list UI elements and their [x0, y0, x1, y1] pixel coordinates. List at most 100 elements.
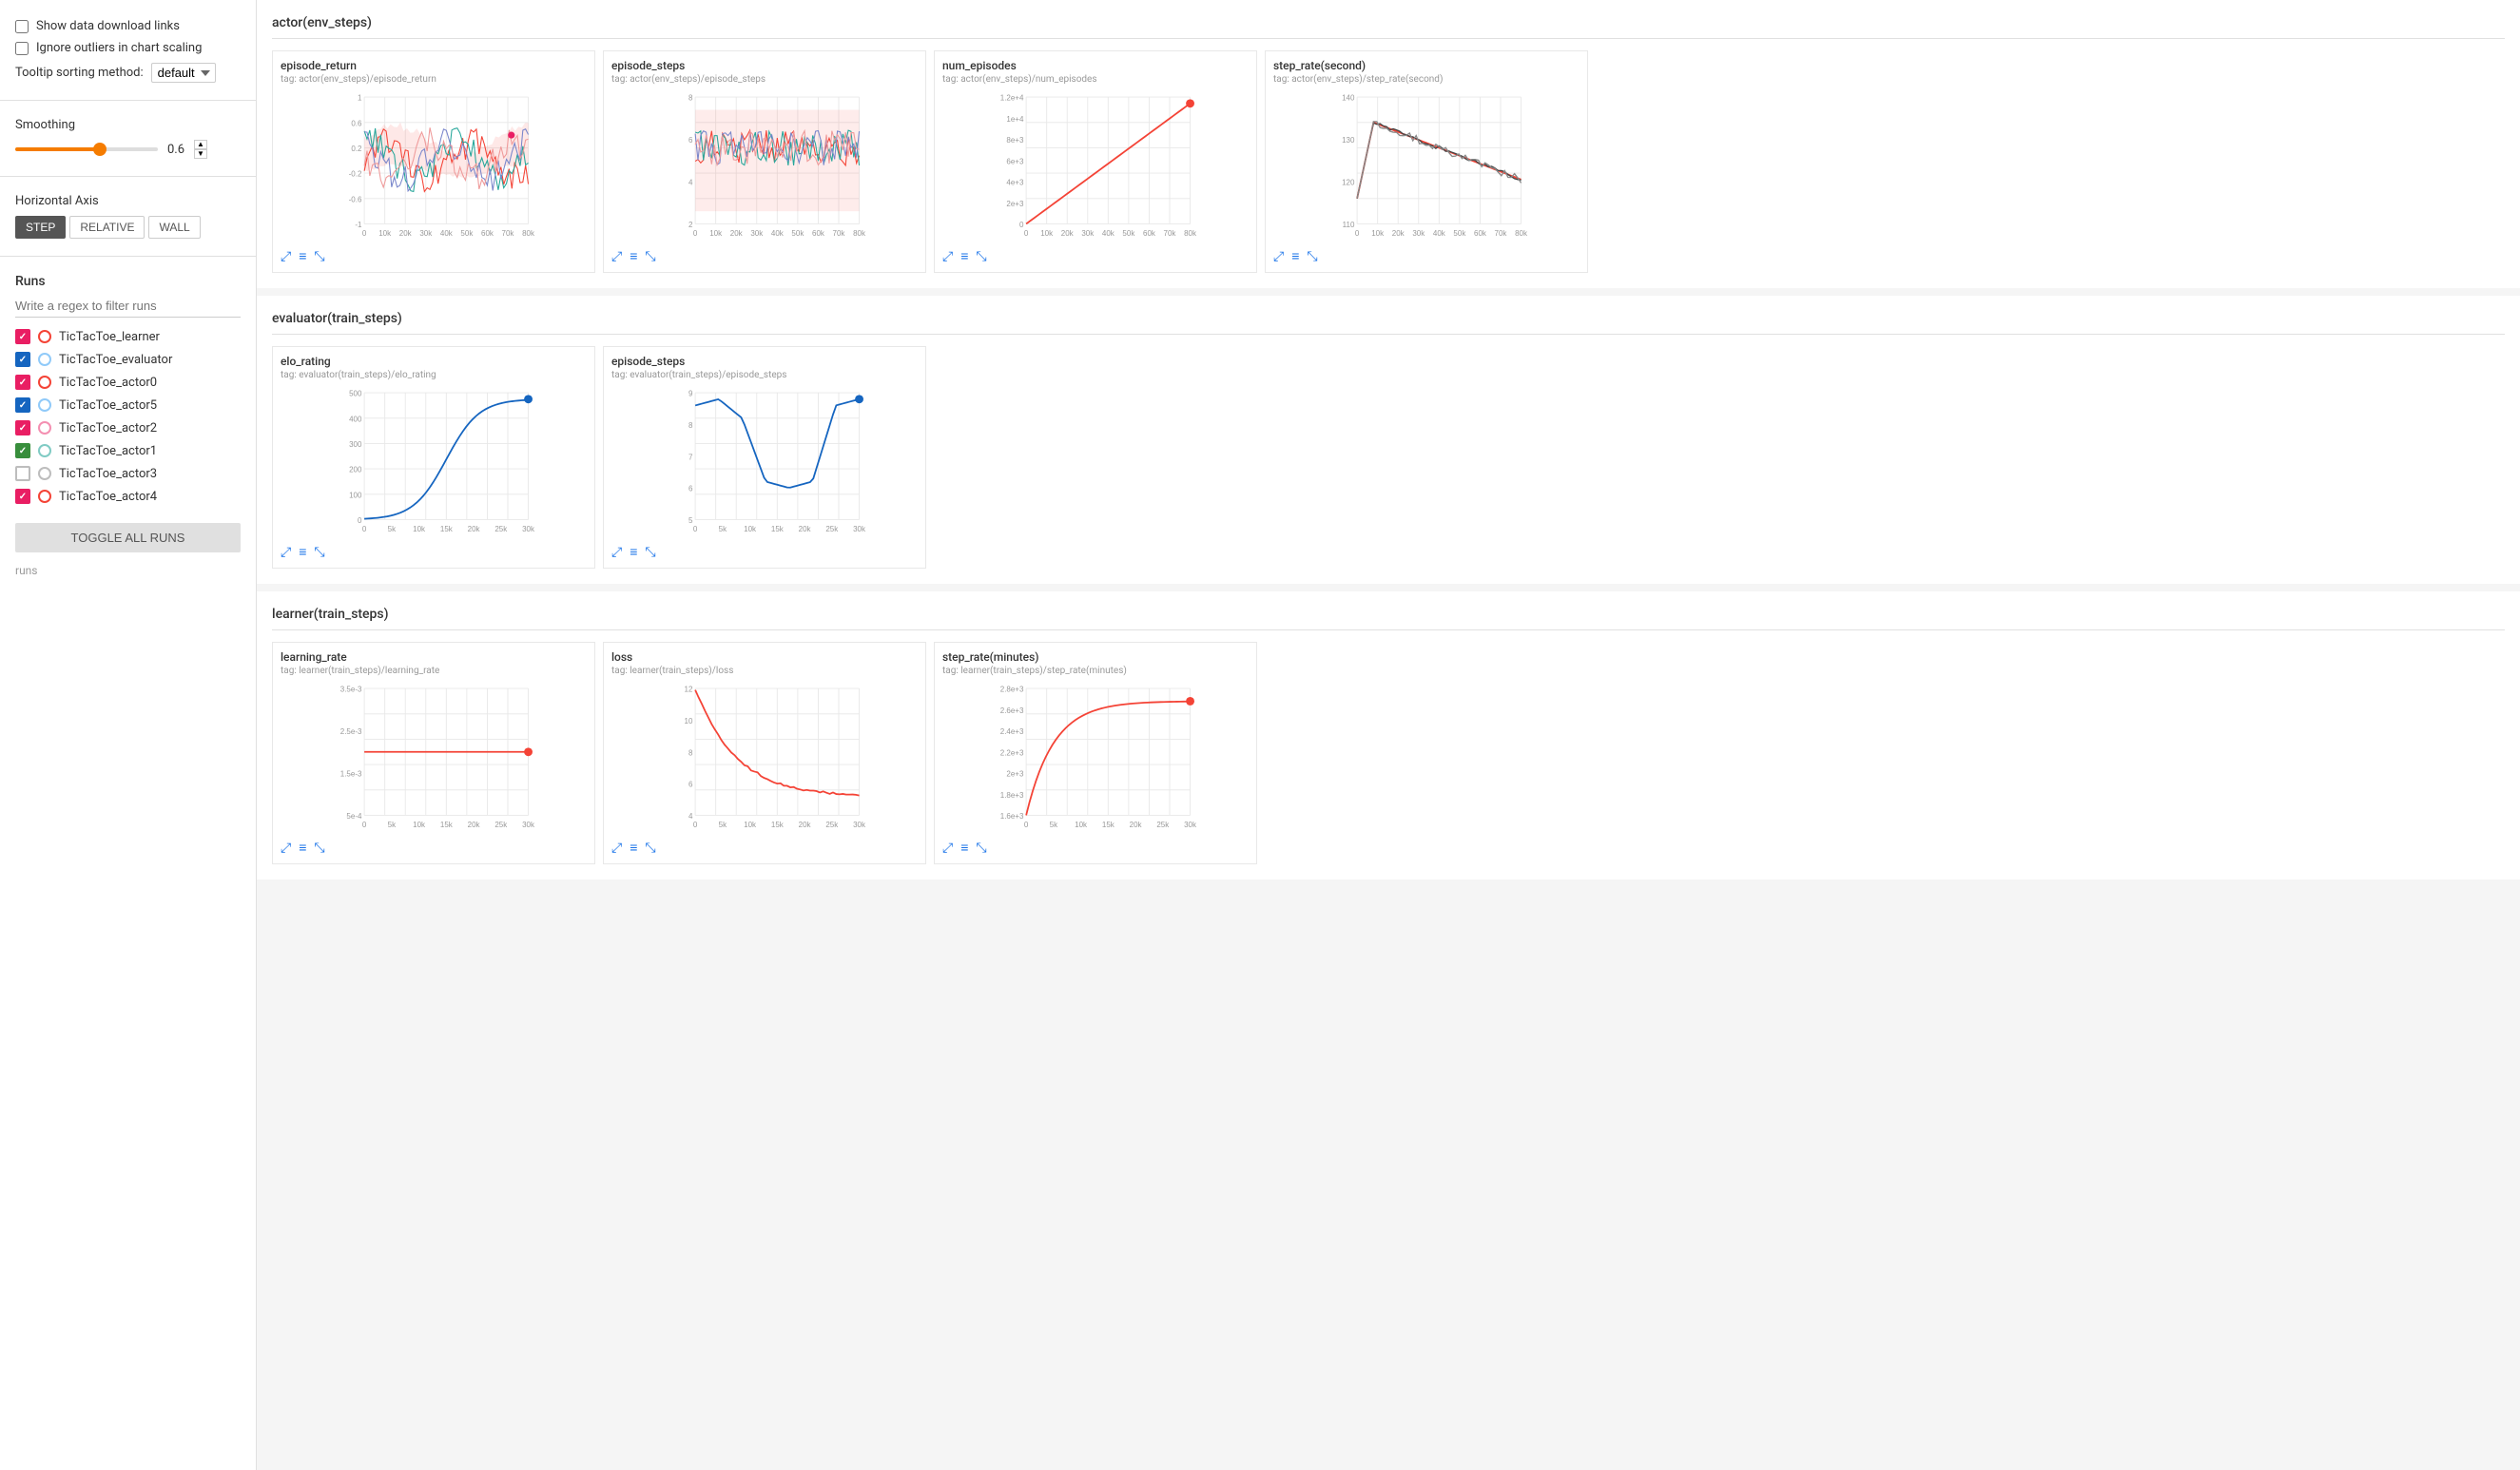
chart-title: episode_return	[281, 59, 587, 72]
expand-icon[interactable]: ⤢	[281, 545, 291, 560]
svg-text:60k: 60k	[1143, 229, 1156, 238]
chart-svg: 3.5e-32.5e-31.5e-35e-405k10k15k20k25k30k	[281, 682, 587, 834]
toggle-all-button[interactable]: TOGGLE ALL RUNS	[15, 523, 241, 552]
smoothing-spinner[interactable]: ▲ ▼	[194, 140, 207, 159]
svg-text:8e+3: 8e+3	[1006, 136, 1024, 145]
svg-text:60k: 60k	[812, 229, 825, 238]
expand-icon[interactable]: ⤢	[611, 249, 622, 264]
charts-row: elo_ratingtag: evaluator(train_steps)/el…	[272, 346, 2505, 569]
runs-list: ✓TicTacToe_learner✓TicTacToe_evaluator✓T…	[15, 325, 241, 508]
svg-text:30k: 30k	[522, 525, 535, 533]
run-checkbox[interactable]: ✓	[15, 375, 30, 390]
menu-icon[interactable]: ≡	[630, 248, 637, 264]
smoothing-slider[interactable]	[15, 147, 158, 151]
axis-buttons: STEP RELATIVE WALL	[15, 216, 241, 239]
smoothing-down[interactable]: ▼	[194, 149, 207, 159]
chart-card: step_rate(minutes)tag: learner(train_ste…	[934, 642, 1257, 864]
svg-text:25k: 25k	[825, 525, 839, 533]
svg-text:200: 200	[349, 466, 362, 474]
fit-icon[interactable]: ⤡	[314, 841, 324, 856]
chart-controls: ⤢ ≡ ⤡	[281, 248, 587, 264]
svg-text:5k: 5k	[388, 821, 397, 829]
run-checkbox[interactable]	[15, 466, 30, 481]
tooltip-sort-row: Tooltip sorting method: default	[15, 63, 241, 83]
run-color-circle	[38, 353, 51, 366]
chart-controls: ⤢ ≡ ⤡	[611, 840, 918, 856]
expand-icon[interactable]: ⤢	[1273, 249, 1284, 264]
chart-controls: ⤢ ≡ ⤡	[611, 248, 918, 264]
svg-text:4: 4	[688, 812, 693, 821]
menu-icon[interactable]: ≡	[960, 840, 968, 856]
show-data-links-checkbox[interactable]	[15, 20, 29, 33]
expand-icon[interactable]: ⤢	[281, 249, 291, 264]
menu-icon[interactable]: ≡	[630, 840, 637, 856]
svg-text:40k: 40k	[771, 229, 785, 238]
run-item: ✓TicTacToe_learner	[15, 325, 241, 348]
fit-icon[interactable]: ⤡	[1307, 249, 1317, 264]
axis-wall-button[interactable]: WALL	[148, 216, 200, 239]
ignore-outliers-checkbox[interactable]	[15, 42, 29, 55]
tooltip-sort-select[interactable]: default	[151, 63, 216, 83]
show-data-links-row[interactable]: Show data download links	[15, 19, 241, 33]
expand-icon[interactable]: ⤢	[942, 249, 953, 264]
run-checkbox[interactable]: ✓	[15, 489, 30, 504]
fit-icon[interactable]: ⤡	[976, 249, 986, 264]
charts-row: episode_returntag: actor(env_steps)/epis…	[272, 50, 2505, 273]
run-checkbox[interactable]: ✓	[15, 443, 30, 458]
svg-text:20k: 20k	[799, 525, 812, 533]
svg-text:2: 2	[688, 221, 693, 229]
chart-controls: ⤢ ≡ ⤡	[1273, 248, 1580, 264]
chart-title: learning_rate	[281, 650, 587, 664]
axis-relative-button[interactable]: RELATIVE	[69, 216, 145, 239]
show-data-links-label: Show data download links	[36, 19, 180, 33]
chart-svg: 121086405k10k15k20k25k30k	[611, 682, 918, 834]
expand-icon[interactable]: ⤢	[611, 841, 622, 856]
run-item: ✓TicTacToe_evaluator	[15, 348, 241, 371]
svg-text:0: 0	[362, 821, 367, 829]
svg-text:10k: 10k	[709, 229, 723, 238]
runs-filter-input[interactable]	[15, 295, 241, 318]
svg-text:10k: 10k	[744, 821, 757, 829]
charts-row: learning_rate tag: learner(train_steps)/l…	[272, 642, 2505, 864]
run-checkbox[interactable]: ✓	[15, 352, 30, 367]
chart-card: step_rate(second)tag: actor(env_steps)/s…	[1265, 50, 1588, 273]
expand-icon[interactable]: ⤢	[942, 841, 953, 856]
ignore-outliers-row[interactable]: Ignore outliers in chart scaling	[15, 41, 241, 55]
svg-text:5e-4: 5e-4	[346, 812, 362, 821]
run-color-circle	[38, 421, 51, 435]
chart-area: 10.60.2-0.2-0.6-1010k20k30k40k50k60k70k8…	[281, 90, 587, 242]
section-block: evaluator(train_steps)elo_ratingtag: eva…	[257, 296, 2520, 584]
fit-icon[interactable]: ⤡	[645, 545, 655, 560]
expand-icon[interactable]: ⤢	[281, 841, 291, 856]
run-checkbox[interactable]: ✓	[15, 420, 30, 435]
svg-text:30k: 30k	[853, 525, 866, 533]
run-checkbox[interactable]: ✓	[15, 329, 30, 344]
fit-icon[interactable]: ⤡	[645, 249, 655, 264]
svg-text:70k: 70k	[833, 229, 846, 238]
menu-icon[interactable]: ≡	[299, 248, 306, 264]
chart-area: 2.8e+32.6e+32.4e+32.2e+32e+31.8e+31.6e+3…	[942, 682, 1249, 834]
run-color-circle	[38, 490, 51, 503]
svg-text:20k: 20k	[468, 821, 481, 829]
axis-step-button[interactable]: STEP	[15, 216, 66, 239]
fit-icon[interactable]: ⤡	[645, 841, 655, 856]
expand-icon[interactable]: ⤢	[611, 545, 622, 560]
chart-controls: ⤢ ≡ ⤡	[942, 248, 1249, 264]
chart-tag: tag: learner(train_steps)/loss	[611, 666, 918, 676]
fit-icon[interactable]: ⤡	[314, 249, 324, 264]
run-checkbox[interactable]: ✓	[15, 397, 30, 413]
menu-icon[interactable]: ≡	[960, 248, 968, 264]
chart-card: episode_stepstag: actor(env_steps)/episo…	[603, 50, 926, 273]
menu-icon[interactable]: ≡	[299, 840, 306, 856]
svg-text:1.8e+3: 1.8e+3	[1000, 791, 1024, 800]
menu-icon[interactable]: ≡	[1291, 248, 1299, 264]
chart-svg: 9876505k10k15k20k25k30k	[611, 386, 918, 538]
menu-icon[interactable]: ≡	[630, 544, 637, 560]
chart-tag: tag: evaluator(train_steps)/elo_rating	[281, 370, 587, 380]
fit-icon[interactable]: ⤡	[314, 545, 324, 560]
menu-icon[interactable]: ≡	[299, 544, 306, 560]
run-color-circle	[38, 398, 51, 412]
fit-icon[interactable]: ⤡	[976, 841, 986, 856]
sidebar: Show data download links Ignore outliers…	[0, 0, 257, 1470]
smoothing-up[interactable]: ▲	[194, 140, 207, 149]
